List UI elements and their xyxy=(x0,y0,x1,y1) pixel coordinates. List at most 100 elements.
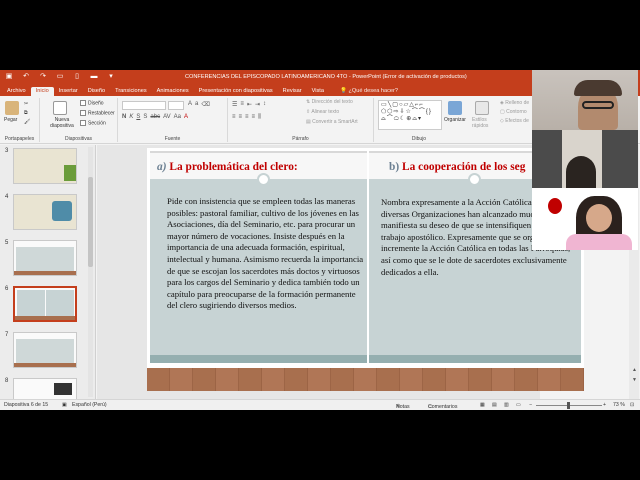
decrease-indent-icon[interactable]: ⇤ xyxy=(247,101,252,108)
section-button[interactable]: Sección xyxy=(80,120,106,126)
format-painter-icon[interactable]: 🖌 xyxy=(24,119,30,125)
section-icon xyxy=(80,120,86,126)
shadow-icon[interactable]: S xyxy=(143,114,147,120)
left-panel-heading: a) La problemática del clero: xyxy=(157,161,298,173)
tab-vista[interactable]: Vista xyxy=(307,87,329,96)
cut-icon[interactable]: ✂ xyxy=(24,101,28,107)
left-content-panel[interactable]: a) La problemática del clero: Pide con i… xyxy=(150,151,367,363)
paste-button[interactable]: Pegar xyxy=(4,117,17,123)
quick-styles-button[interactable]: Estilos rápidos xyxy=(472,117,494,129)
font-color-icon[interactable]: A xyxy=(184,114,188,120)
font-size-box[interactable] xyxy=(168,101,184,110)
scroll-down-icon[interactable]: ▼ xyxy=(632,377,637,383)
bold-icon[interactable]: N xyxy=(122,114,126,120)
tab-revisar[interactable]: Revisar xyxy=(278,87,307,96)
zoom-out-icon[interactable]: − xyxy=(529,402,532,408)
copy-icon[interactable]: ⧉ xyxy=(24,110,28,116)
slides-group-label: Diapositivas xyxy=(65,136,92,142)
bullets-icon[interactable]: ☰ xyxy=(232,101,237,108)
align-right-icon[interactable]: ≡ xyxy=(245,114,249,121)
align-left-icon[interactable]: ≡ xyxy=(232,114,236,121)
slide-thumbnail-8[interactable] xyxy=(13,378,77,399)
columns-icon[interactable]: ⫼ xyxy=(258,114,261,121)
participant-avatar xyxy=(566,156,596,188)
fit-slide-icon[interactable]: ⊡ xyxy=(630,402,634,408)
slide-thumbnail-7[interactable] xyxy=(13,332,77,368)
smartart-button[interactable]: ▤ Convertir a SmartArt xyxy=(306,119,358,125)
slideshow-icon[interactable]: ▭ xyxy=(516,402,521,408)
arrange-button[interactable]: Organizar xyxy=(444,117,466,123)
align-text-button[interactable]: ⇳ Alinear texto xyxy=(306,109,339,115)
tell-me-search[interactable]: 💡 ¿Qué desea hacer? xyxy=(335,87,403,96)
open-folder-icon[interactable]: ▬ xyxy=(90,73,98,81)
font-name-box[interactable] xyxy=(122,101,166,110)
left-panel-body[interactable]: Pide con insistencia que se empleen toda… xyxy=(167,196,367,312)
zoom-level[interactable]: 73 % xyxy=(613,402,625,408)
redo-icon[interactable]: ↷ xyxy=(39,73,47,81)
italic-icon[interactable]: K xyxy=(129,114,133,120)
slide-sorter-icon[interactable]: ▤ xyxy=(492,402,497,408)
paragraph-group: ☰ ≡ ⇤ ⇥ ↕ ≡ ≡ ≡ ≡ ⫼ ⇅ Dirección del text… xyxy=(228,98,374,142)
slide-thumbnail-5[interactable] xyxy=(13,240,77,276)
text-direction-button[interactable]: ⇅ Dirección del texto xyxy=(306,99,353,105)
quick-styles-icon xyxy=(475,101,489,115)
slide-thumbnail-3[interactable] xyxy=(13,148,77,184)
tab-presentacion[interactable]: Presentación con diapositivas xyxy=(194,87,278,96)
thumbnail-content xyxy=(16,247,74,271)
powerpoint-window: ▣ ↶ ↷ ▭ ▯ ▬ ▾ CONFERENCIAS DEL EPISCOPAD… xyxy=(0,70,640,410)
participant-hair xyxy=(574,80,622,96)
scroll-up-icon[interactable]: ▲ xyxy=(632,367,637,373)
align-center-icon[interactable]: ≡ xyxy=(239,114,243,121)
spellcheck-icon[interactable]: ▣ xyxy=(62,402,67,408)
presentation-icon[interactable]: ▭ xyxy=(56,73,64,81)
shape-fill-button[interactable]: ◈ Relleno de xyxy=(500,100,529,106)
tab-transiciones[interactable]: Transiciones xyxy=(110,87,152,96)
left-panel-circle-icon xyxy=(257,173,270,186)
right-panel-bottom-bar xyxy=(369,355,581,363)
tab-archivo[interactable]: Archivo xyxy=(2,87,31,96)
zoom-slider-thumb[interactable] xyxy=(567,402,570,409)
reset-button[interactable]: Restablecer xyxy=(80,110,115,116)
reading-view-icon[interactable]: ▥ xyxy=(504,402,509,408)
shape-effects-button[interactable]: ◇ Efectos de xyxy=(500,118,529,124)
thumbnail-scrollbar[interactable] xyxy=(88,147,93,397)
slide-thumbnail-6[interactable] xyxy=(13,286,77,322)
numbering-icon[interactable]: ≡ xyxy=(240,101,244,108)
tab-inicio[interactable]: Inicio xyxy=(30,87,54,96)
font-group: A a ⌫ N K S S abc AV Aa A Fuente xyxy=(118,98,228,142)
slide-thumbnail-4[interactable] xyxy=(13,194,77,230)
increase-indent-icon[interactable]: ⇥ xyxy=(255,101,260,108)
font-style-row: N K S S abc AV Aa A xyxy=(122,114,188,120)
shape-outline-button[interactable]: ▢ Contorno xyxy=(500,109,527,115)
zoom-in-icon[interactable]: + xyxy=(603,402,606,408)
tab-diseno[interactable]: Diseño xyxy=(83,87,110,96)
tab-insertar[interactable]: Insertar xyxy=(54,87,83,96)
grow-font-icon[interactable]: A xyxy=(188,101,192,108)
layout-button[interactable]: Diseño xyxy=(80,100,104,106)
thumbnail-content xyxy=(46,290,74,316)
new-slide-button[interactable]: Nueva diapositiva xyxy=(44,117,80,129)
strikethrough-icon[interactable]: abc xyxy=(150,114,160,120)
school-badge-icon xyxy=(548,198,562,214)
thumbnail-number: 6 xyxy=(5,286,9,292)
underline-icon[interactable]: S xyxy=(136,114,140,120)
spacing-icon[interactable]: AV xyxy=(163,114,171,120)
thumbnail-floor xyxy=(14,271,76,275)
save-icon[interactable]: ▣ xyxy=(5,73,13,81)
new-file-icon[interactable]: ▯ xyxy=(73,73,81,81)
paragraph-list-row: ☰ ≡ ⇤ ⇥ ↕ xyxy=(232,101,266,108)
shapes-gallery[interactable]: ▭╲▢○▱△⌐⌐ ⬠⬡⇨⇩☆⌒⌒{} ⌓⌒⬭☾⊕⌓▾ xyxy=(378,100,442,130)
normal-view-icon[interactable]: ▦ xyxy=(480,402,485,408)
tab-animaciones[interactable]: Animaciones xyxy=(152,87,194,96)
undo-icon[interactable]: ↶ xyxy=(22,73,30,81)
line-spacing-icon[interactable]: ↕ xyxy=(263,101,266,108)
language-indicator[interactable]: Español (Perú) xyxy=(72,402,107,408)
scrollbar-thumb[interactable] xyxy=(88,177,93,267)
change-case-icon[interactable]: Aa xyxy=(174,114,181,120)
thumbnail-number: 8 xyxy=(5,378,9,384)
customize-toolbar-icon[interactable]: ▾ xyxy=(107,73,115,81)
justify-icon[interactable]: ≡ xyxy=(252,114,256,121)
clear-format-icon[interactable]: ⌫ xyxy=(201,101,209,108)
thumbnail-image xyxy=(52,201,72,221)
shrink-font-icon[interactable]: a xyxy=(195,101,198,108)
